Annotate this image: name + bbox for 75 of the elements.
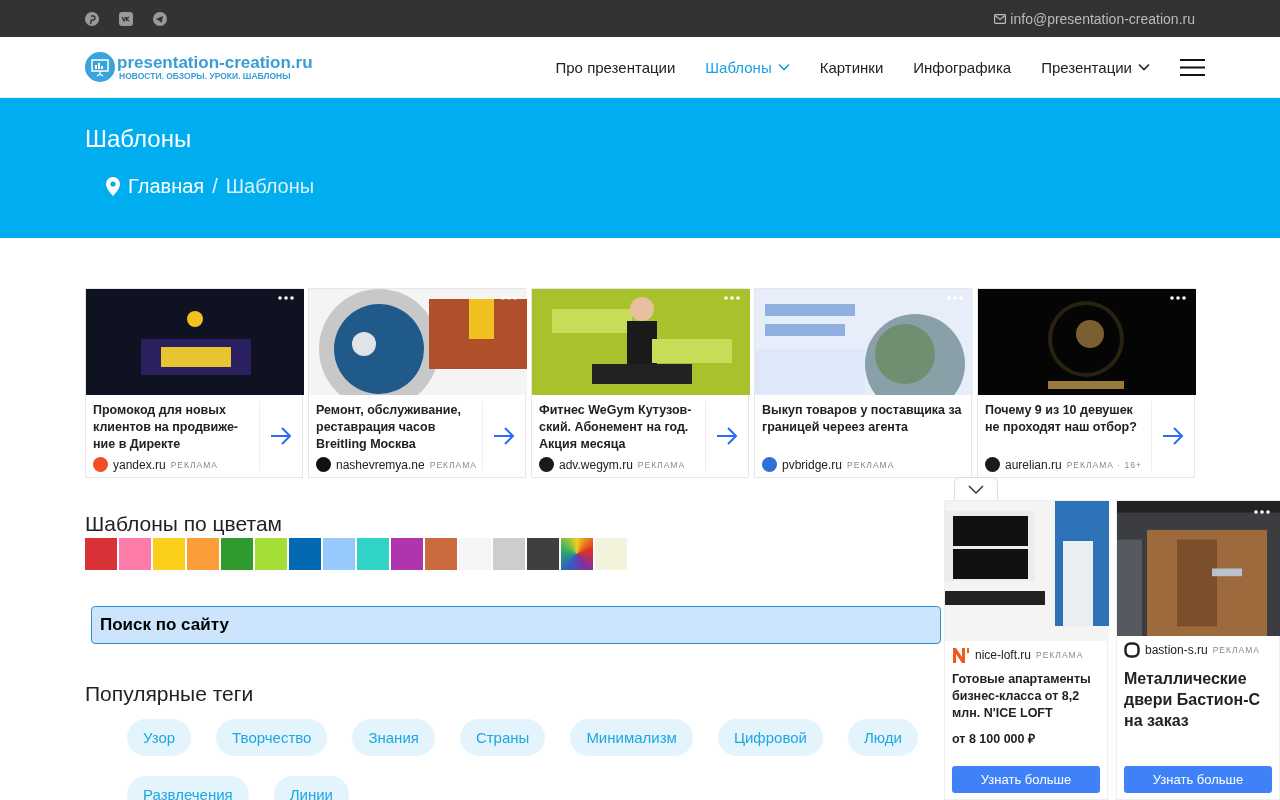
ad-price: от 8 100 000 ₽ — [952, 731, 1036, 747]
nav-link[interactable]: Презентации — [1041, 58, 1150, 76]
ad-domain[interactable]: bastion-s.ru — [1145, 643, 1208, 657]
arrow-right-icon[interactable] — [270, 427, 292, 445]
arrow-right-icon[interactable] — [716, 427, 738, 445]
map-pin-icon — [106, 177, 120, 196]
search-field[interactable]: Поиск по сайту — [91, 606, 941, 644]
more-icon[interactable] — [1253, 509, 1271, 515]
logo-tagline: НОВОСТИ. ОБЗОРЫ. УРОКИ. ШАБЛОНЫ — [119, 70, 291, 81]
color-swatch[interactable] — [425, 538, 457, 570]
ad-label: РЕКЛАМА — [637, 459, 686, 470]
ad-card[interactable]: Почему 9 из 10 девушек не проходят наш отбор? aurelian.ru РЕКЛАМА · 16+ — [977, 288, 1195, 478]
color-swatch[interactable] — [391, 538, 423, 570]
ad-domain[interactable]: nice-loft.ru — [975, 648, 1032, 662]
ad-card[interactable]: Промокод для новых клиентов на продвиже-ние в Директе yandex.ru РЕКЛАМА — [85, 288, 303, 478]
color-swatch[interactable] — [255, 538, 287, 570]
brand-icon — [1124, 642, 1140, 658]
ad-label: РЕКЛАМА — [847, 459, 895, 470]
color-swatch[interactable] — [561, 538, 593, 570]
collapse-button[interactable] — [954, 477, 998, 500]
ad-domain[interactable]: pvbridge.ru — [782, 457, 843, 472]
vk-icon[interactable] — [119, 11, 133, 26]
telegram-icon[interactable] — [153, 11, 167, 26]
ad-title[interactable]: Почему 9 из 10 девушек не проходят наш отбор? — [985, 402, 1147, 436]
learn-more-button[interactable]: Узнать больше — [1124, 766, 1272, 793]
more-icon[interactable] — [1169, 295, 1187, 301]
learn-more-button[interactable]: Узнать больше — [952, 766, 1100, 793]
color-swatch[interactable] — [85, 538, 117, 570]
ad-title[interactable]: Металлические двери Бастион-С на заказ — [1124, 668, 1272, 731]
ad-label: РЕКЛАМА — [429, 459, 477, 470]
ad-domain[interactable]: nashevremya.ne — [336, 457, 425, 472]
color-swatch[interactable] — [323, 538, 355, 570]
ad-title[interactable]: Фитнес WeGym Кутузов-ский. Абонемент на год. Акция месяца — [539, 402, 701, 453]
ad-card[interactable]: bastion-s.ru РЕКЛАМА Металлические двери Бастион-С на заказ Узнать больше — [1116, 500, 1280, 800]
arrow-right-icon[interactable] — [1162, 427, 1184, 445]
logo-icon[interactable] — [85, 52, 115, 82]
section-heading: Популярные теги — [85, 682, 254, 706]
menu-icon[interactable] — [1180, 58, 1205, 76]
ad-card[interactable]: Выкуп товаров у поставщика за границей череез агента pvbridge.ru РЕКЛАМА — [754, 288, 972, 478]
ad-title[interactable]: Промокод для новых клиентов на продвиже-ние в Директе — [93, 402, 255, 453]
ad-title[interactable]: Ремонт, обслуживание, реставрация часов Breitling Москва — [316, 402, 478, 453]
breadcrumb-separator: / — [212, 175, 218, 198]
ad-domain[interactable]: yandex.ru — [113, 457, 166, 472]
page-title: Шаблоны — [85, 124, 193, 153]
more-icon[interactable] — [277, 295, 295, 301]
nav-link[interactable]: Про презентации — [555, 58, 676, 76]
envelope-icon — [994, 13, 1007, 24]
ad-label: РЕКЛАМА — [1212, 645, 1260, 655]
color-swatch[interactable] — [357, 538, 389, 570]
color-swatch[interactable] — [527, 538, 559, 570]
ad-label: РЕКЛАМА · 16+ — [1066, 459, 1142, 470]
ad-card[interactable]: Ремонт, обслуживание, реставрация часов Breitling Москва nashevremya.ne РЕКЛАМА — [308, 288, 526, 478]
pinterest-icon[interactable] — [85, 11, 99, 26]
ad-card[interactable]: nice-loft.ru РЕКЛАМА Готовые апартаменты бизнес-класса от 8,2 млн. N'ICE LOFT от 8 100 000 ₽ Узнать больше — [944, 500, 1108, 800]
ad-title[interactable]: Выкуп товаров у поставщика за границей череез агента — [762, 402, 967, 436]
nav-link[interactable]: Картинки — [819, 58, 884, 76]
chevron-down-icon — [968, 484, 984, 494]
nav-link[interactable]: Инфографика — [913, 58, 1012, 76]
color-swatch[interactable] — [493, 538, 525, 570]
color-swatch[interactable] — [595, 538, 627, 570]
ad-domain[interactable]: adv.wegym.ru — [559, 457, 633, 472]
color-swatch[interactable] — [221, 538, 253, 570]
section-heading: Шаблоны по цветам — [85, 512, 283, 536]
color-swatch[interactable] — [187, 538, 219, 570]
ad-domain[interactable]: aurelian.ru — [1005, 457, 1062, 472]
ad-card[interactable]: Фитнес WeGym Кутузов-ский. Абонемент на год. Акция месяца adv.wegym.ru РЕКЛАМА — [531, 288, 749, 478]
brand-icon — [952, 647, 970, 663]
ad-label: РЕКЛАМА — [170, 459, 218, 470]
color-swatch[interactable] — [289, 538, 321, 570]
arrow-right-icon[interactable] — [493, 427, 515, 445]
ad-title[interactable]: Готовые апартаменты бизнес-класса от 8,2 млн. N'ICE LOFT — [952, 671, 1100, 722]
email-link[interactable]: info@presentation-creation.ru — [1010, 10, 1195, 27]
ad-label: РЕКЛАМА — [1036, 650, 1084, 660]
color-swatch[interactable] — [153, 538, 185, 570]
color-swatch[interactable] — [119, 538, 151, 570]
